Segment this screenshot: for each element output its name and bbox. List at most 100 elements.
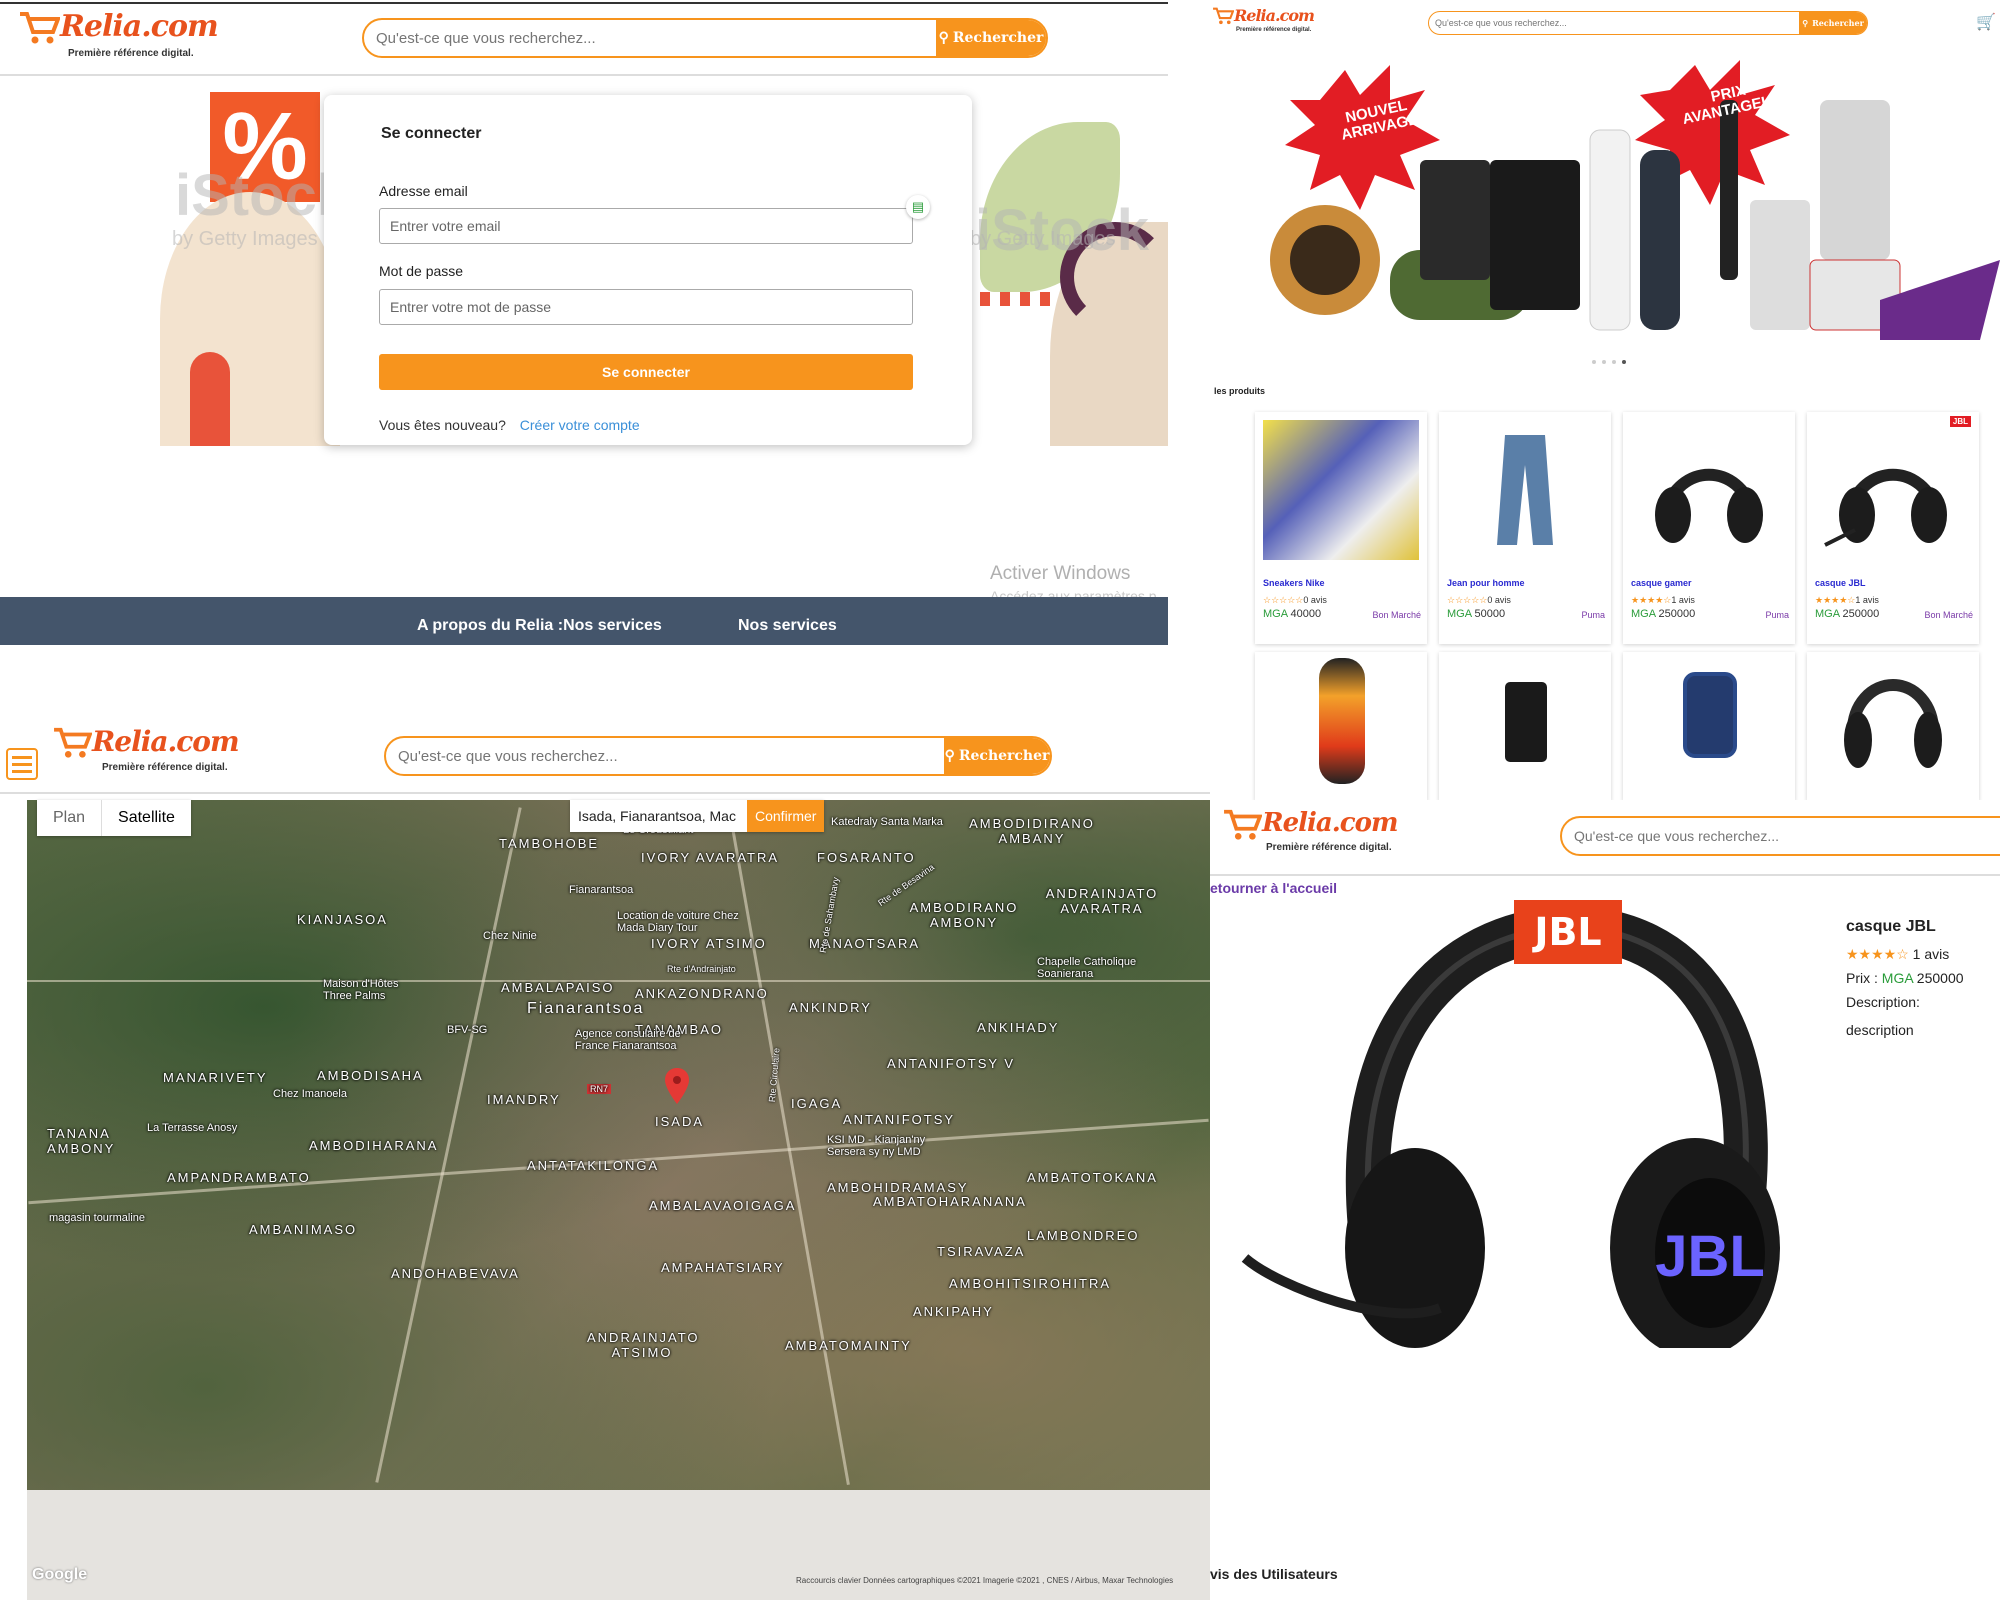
confirm-button[interactable]: Confirmer bbox=[747, 800, 825, 832]
product-card[interactable]: Sneakers Nike ☆☆☆☆☆0 avis MGA 40000 Bon … bbox=[1255, 412, 1427, 644]
map-label: AMBODIDIRANO AMBANY bbox=[969, 816, 1095, 846]
map-label: ANTATAKILONGA bbox=[527, 1158, 660, 1173]
product-image bbox=[1631, 420, 1787, 560]
map-poi[interactable]: magasin tourmaline bbox=[49, 1212, 145, 1224]
address-input[interactable]: Isada, Fianarantsoa, Mac bbox=[570, 800, 747, 832]
search-button[interactable]: ⚲ Rechercher bbox=[944, 738, 1050, 774]
email-placeholder: Entrer votre email bbox=[390, 218, 501, 234]
map-poi[interactable]: Agence consulaire de France Fianarantsoa bbox=[575, 1028, 705, 1052]
product-card[interactable]: JBL casque JBL ★★★★☆1 avis MGA 250000 Bo… bbox=[1807, 412, 1979, 644]
product-card[interactable]: casque gamer ★★★★☆1 avis MGA 250000 Puma bbox=[1623, 412, 1795, 644]
login-button[interactable]: Se connecter bbox=[379, 354, 913, 390]
description-label: Description: bbox=[1846, 994, 1920, 1010]
map-poi[interactable]: KSI MD - Kianjan'ny Sersera sy ny LMD bbox=[827, 1134, 947, 1158]
search-icon: ⚲ bbox=[944, 748, 955, 764]
footer-services-link[interactable]: Nos services bbox=[738, 617, 837, 635]
map-label: AMBANIMASO bbox=[249, 1222, 358, 1237]
search-input[interactable] bbox=[1429, 12, 1799, 34]
carousel-dot[interactable] bbox=[1612, 360, 1616, 364]
search-bar: ⚲Rechercher bbox=[362, 18, 1048, 58]
search-button-label: Rechercher bbox=[958, 748, 1050, 764]
search-icon: ⚲ bbox=[1802, 18, 1809, 28]
map-label: AMBOHITSIROHITRA bbox=[949, 1276, 1112, 1291]
carousel-dot[interactable] bbox=[1592, 360, 1596, 364]
price-currency: MGA bbox=[1263, 608, 1288, 620]
google-logo: Google bbox=[32, 1566, 88, 1583]
product-rating: ★★★★☆ 1 avis bbox=[1846, 946, 1949, 963]
promo-banner[interactable]: NOUVEL ARRIVAGE PRIX AVANTAGEUX bbox=[1240, 60, 2000, 360]
site-logo[interactable]: Relia.com Première référence digital. bbox=[1222, 808, 1398, 853]
satellite-map[interactable]: TAMBOHOBE IVORY AVARATRA FOSARANTO AMBOD… bbox=[27, 800, 1210, 1490]
map-poi[interactable]: Maison d'Hôtes Three Palms bbox=[323, 978, 423, 1002]
product-card[interactable] bbox=[1807, 652, 1979, 800]
footer-about-link[interactable]: A propos du Relia :Nos services bbox=[417, 617, 662, 635]
product-price: Prix : MGA 250000 bbox=[1846, 970, 1964, 986]
map-label: ANKIHADY bbox=[977, 1020, 1060, 1035]
menu-button[interactable] bbox=[6, 748, 38, 780]
product-shop: Puma bbox=[1765, 610, 1789, 620]
map-poi[interactable]: Chez Imanoela bbox=[273, 1088, 347, 1100]
new-user-text: Vous êtes nouveau? bbox=[379, 417, 506, 433]
map-label: ANDOHABEVAVA bbox=[391, 1266, 520, 1281]
product-image bbox=[1263, 420, 1419, 560]
new-user-prompt: Vous êtes nouveau? Créer votre compte bbox=[379, 417, 640, 433]
map-tab-satellite[interactable]: Satellite bbox=[101, 800, 191, 836]
map-poi[interactable]: Chapelle Catholique Soanierana bbox=[1037, 956, 1157, 980]
brand-name: Relia.com bbox=[1262, 808, 1398, 838]
cart-icon[interactable]: 🛒 bbox=[1976, 12, 1996, 32]
map-poi[interactable]: Fianarantsoa bbox=[569, 884, 633, 896]
map-tab-plan[interactable]: Plan bbox=[37, 800, 101, 836]
product-card[interactable]: Jean pour homme ☆☆☆☆☆0 avis MGA 50000 Pu… bbox=[1439, 412, 1611, 644]
menu-bar bbox=[12, 769, 32, 773]
headset-logo: JBL bbox=[1655, 1224, 1765, 1289]
map-poi[interactable]: Chez Ninie bbox=[483, 930, 537, 942]
product-detail-panel: Relia.com Première référence digital. et… bbox=[1210, 800, 2000, 1600]
password-field[interactable]: Entrer votre mot de passe bbox=[379, 289, 913, 325]
location-pin-icon[interactable] bbox=[665, 1068, 689, 1104]
product-image bbox=[1505, 682, 1547, 762]
cart-icon bbox=[1213, 7, 1234, 25]
map-label: ANTANIFOTSY bbox=[843, 1112, 956, 1127]
map-poi[interactable]: La Terrasse Anosy bbox=[147, 1122, 237, 1134]
site-logo[interactable]: Relia.com Première référence digital. bbox=[1212, 6, 1315, 33]
site-logo[interactable]: Relia.com Première référence digital. bbox=[52, 726, 240, 773]
product-shop: Bon Marché bbox=[1924, 610, 1973, 620]
search-button[interactable]: ⚲ Rechercher bbox=[936, 20, 1046, 56]
password-placeholder: Entrer votre mot de passe bbox=[390, 299, 552, 315]
price-value: 250000 bbox=[1916, 970, 1964, 986]
brand-badge: JBL bbox=[1514, 900, 1622, 964]
password-manager-icon[interactable]: ▤ bbox=[906, 195, 930, 219]
search-button[interactable]: ⚲ Rechercher bbox=[1799, 12, 1867, 34]
map-label: MANARIVETY bbox=[163, 1070, 268, 1085]
map-poi[interactable]: BFV-SG bbox=[447, 1024, 487, 1036]
carousel-dot[interactable] bbox=[1602, 360, 1606, 364]
product-name: casque JBL bbox=[1815, 578, 1866, 588]
map-attribution[interactable]: Raccourcis clavier Données cartographiqu… bbox=[796, 1576, 1210, 1585]
map-label: ANKIPAHY bbox=[913, 1304, 994, 1319]
catalog-page-panel: Relia.com Première référence digital. ⚲R… bbox=[1210, 0, 2000, 800]
email-field[interactable]: Entrer votre email bbox=[379, 208, 913, 244]
map-label: TANANA AMBONY bbox=[47, 1126, 116, 1156]
map-poi[interactable]: Location de voiture Chez Mada Diary Tour bbox=[617, 910, 747, 934]
search-input[interactable] bbox=[364, 20, 936, 56]
search-input[interactable] bbox=[1562, 818, 2000, 854]
cart-icon bbox=[1224, 809, 1262, 840]
map-label: TSIRAVAZA bbox=[937, 1244, 1026, 1259]
product-card[interactable] bbox=[1255, 652, 1427, 800]
map-type-control: Plan Satellite bbox=[37, 800, 191, 836]
create-account-link[interactable]: Créer votre compte bbox=[520, 417, 640, 433]
product-card[interactable] bbox=[1623, 652, 1795, 800]
email-label: Adresse email bbox=[379, 183, 468, 199]
search-input[interactable] bbox=[386, 738, 944, 774]
rating-stars: ☆☆☆☆☆ bbox=[1447, 595, 1488, 605]
top-border bbox=[0, 2, 1168, 4]
map-poi[interactable]: Katedraly Santa Marka bbox=[831, 816, 943, 828]
header-divider bbox=[0, 74, 1168, 76]
carousel-dot-active[interactable] bbox=[1622, 360, 1626, 364]
site-logo[interactable]: Relia.com Première référence digital. bbox=[18, 10, 219, 59]
banner-artwork bbox=[1270, 60, 2000, 340]
map-poi[interactable]: Rte d'Andrainjato bbox=[667, 964, 736, 974]
map-label: FOSARANTO bbox=[817, 850, 916, 865]
product-card[interactable] bbox=[1439, 652, 1611, 800]
back-home-link[interactable]: etourner à l'accueil bbox=[1210, 880, 1337, 896]
